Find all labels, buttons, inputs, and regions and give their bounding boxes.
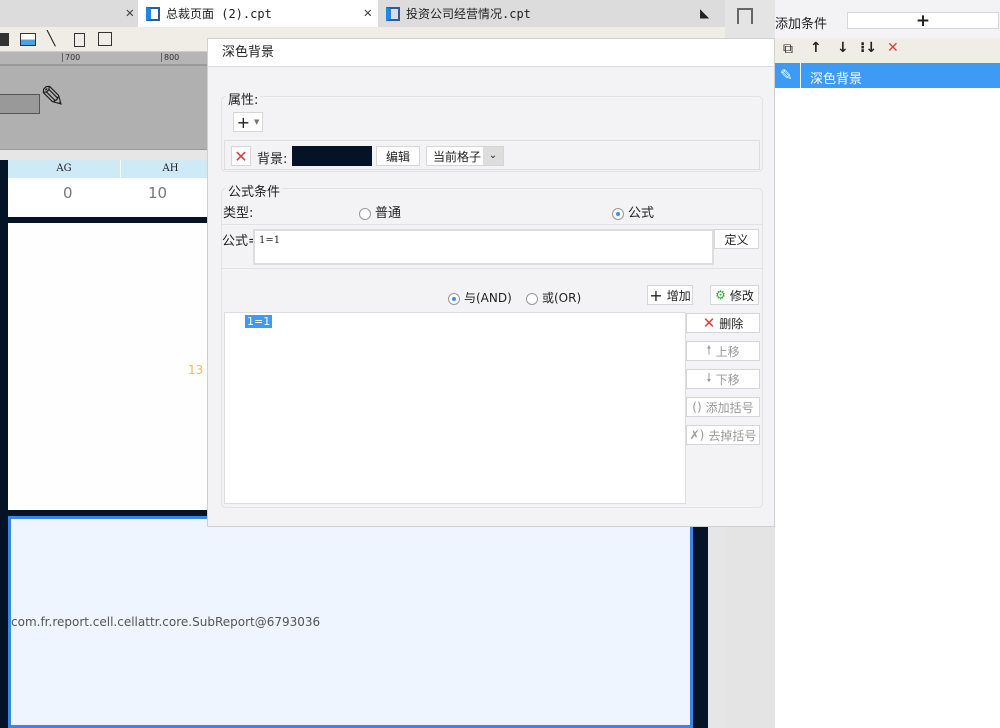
button-label: 去掉括号 (708, 428, 757, 443)
define-button[interactable]: 定义 (714, 229, 759, 249)
cell-value[interactable]: 0 (63, 184, 73, 202)
tab-bar: ✕ 总裁页面 (2).cpt ✕ 投资公司经营情况.cpt ◣ (0, 0, 725, 27)
report-file-icon (146, 6, 160, 21)
tab-previous[interactable]: ✕ (0, 0, 140, 27)
dialog-title: 深色背景 (208, 39, 774, 67)
tab-item[interactable]: 投资公司经营情况.cpt (378, 0, 618, 27)
tab-menu-icon[interactable]: ◣ (700, 6, 709, 20)
button-label: 添加括号 (705, 400, 754, 415)
move-bottom-icon[interactable]: ⁝↓ (860, 40, 877, 56)
properties-group: 属性: + ▼ ✕ 背景: 编辑 当前格子 ⌄ (221, 89, 763, 172)
border-icon[interactable] (98, 32, 112, 46)
panel-toolbar: ⧉ ↑ ↓ ⁝↓ ✕ (775, 38, 1000, 63)
remove-bracket-button[interactable]: ✗) 去掉括号 (686, 425, 760, 445)
close-icon[interactable]: ✕ (126, 5, 134, 21)
arrow-down-icon[interactable]: ↓ (837, 40, 849, 56)
ruler-tick: 700 (62, 53, 80, 62)
or-radio[interactable]: 或(OR) (526, 289, 581, 306)
image-icon[interactable] (20, 33, 36, 46)
cell-value[interactable]: 10 (148, 184, 167, 202)
move-up-button[interactable]: 🠕 上移 (686, 341, 760, 361)
slash-icon[interactable]: ╲ (47, 31, 55, 47)
widget-box (0, 94, 40, 114)
panel-header: 添加条件 + (775, 0, 1000, 38)
delete-button[interactable]: ✕ 删除 (686, 313, 760, 333)
remove-bracket-icon: ✗) (689, 428, 705, 442)
button-label: 修改 (729, 288, 754, 303)
group-label: 公式条件 (226, 181, 283, 200)
condition-panel: 添加条件 + ⧉ ↑ ↓ ⁝↓ ✕ ✎ 深色背景 (775, 0, 1000, 728)
cell-attr-icon[interactable] (737, 8, 753, 24)
radio-icon (359, 207, 371, 220)
cell-area[interactable]: 13 (8, 223, 208, 510)
radio-label: 普通 (375, 206, 402, 221)
radio-icon (526, 292, 538, 305)
plus-icon: + (649, 285, 663, 305)
item-label: 深色背景 (810, 72, 863, 87)
group-label: 属性: (226, 89, 261, 108)
column-header[interactable]: AG (8, 160, 121, 178)
cell-row: 0 10 (8, 178, 208, 217)
radio-label: 公式 (628, 206, 655, 221)
add-condition-plus-button[interactable]: + (847, 11, 999, 31)
bracket-icon: () (692, 400, 702, 414)
background-swatch[interactable] (292, 146, 372, 166)
remove-property-icon[interactable]: ✕ (231, 146, 251, 166)
modify-icon: ⚙ (715, 288, 726, 302)
copy-icon[interactable]: ⧉ (783, 41, 793, 57)
dark-column (693, 516, 708, 728)
form-icon[interactable] (74, 33, 85, 47)
subreport-text: com.fr.report.cell.cellattr.core.SubRepo… (11, 615, 321, 629)
formula-input[interactable]: 1=1 (253, 229, 714, 265)
scope-select[interactable]: 当前格子 ⌄ (426, 146, 504, 166)
column-header[interactable]: AH (121, 160, 221, 178)
modify-button[interactable]: ⚙ 修改 (710, 285, 759, 305)
add-bracket-button[interactable]: () 添加括号 (686, 397, 760, 417)
scope-value: 当前格子 (433, 149, 482, 164)
arrow-up-icon[interactable]: ↑ (810, 40, 822, 56)
radio-icon (448, 292, 460, 305)
condition-list: 1=1 (224, 312, 686, 504)
background-label: 背景: (257, 152, 288, 167)
close-icon[interactable]: ✕ (364, 5, 372, 21)
report-file-icon (386, 6, 400, 21)
chevron-down-icon: ⌄ (483, 147, 503, 165)
arrow-up-icon: 🠕 (706, 342, 712, 357)
property-row: ✕ 背景: 编辑 当前格子 ⌄ (224, 140, 760, 170)
row-strip (0, 160, 8, 728)
tab-item[interactable]: 总裁页面 (2).cpt ✕ (138, 0, 378, 27)
type-formula-radio[interactable]: 公式 (612, 202, 654, 221)
edit-button[interactable]: 编辑 (376, 146, 420, 166)
pencil-icon: ✎ (780, 66, 793, 84)
tab-label: 总裁页面 (2).cpt (166, 7, 272, 21)
button-label: 增加 (666, 288, 691, 303)
radio-label: 与(AND) (464, 291, 512, 305)
condition-list-item[interactable]: ✎ 深色背景 (775, 63, 1000, 88)
type-label: 类型: (223, 206, 254, 221)
add-condition-label: 添加条件 (775, 17, 828, 32)
radio-icon (612, 207, 624, 220)
button-label: 删除 (719, 316, 744, 331)
delete-icon: ✕ (702, 314, 716, 332)
tab-label: 投资公司经营情况.cpt (406, 7, 531, 21)
add-property-button[interactable]: + ▼ (233, 112, 263, 132)
pencil-icon: ✎ (40, 80, 66, 115)
condition-dialog: 深色背景 属性: + ▼ ✕ 背景: 编辑 当前格子 ⌄ 公式条件 类型: 普通 公… (207, 38, 775, 527)
subreport-cell[interactable]: com.fr.report.cell.cellattr.core.SubRepo… (8, 516, 693, 728)
radio-label: 或(OR) (542, 291, 582, 305)
cell-value: 13 (188, 363, 204, 377)
type-normal-radio[interactable]: 普通 (359, 202, 401, 221)
chart-icon[interactable] (0, 33, 9, 46)
and-radio[interactable]: 与(AND) (448, 289, 512, 306)
button-label: 上移 (715, 344, 740, 359)
button-label: 下移 (715, 372, 740, 387)
condition-item[interactable]: 1=1 (245, 315, 273, 328)
add-condition-button[interactable]: + 增加 (647, 285, 693, 305)
arrow-down-icon: 🠗 (706, 370, 712, 385)
delete-icon[interactable]: ✕ (887, 40, 899, 56)
move-down-button[interactable]: 🠗 下移 (686, 369, 760, 389)
ruler-tick: 800 (161, 53, 179, 62)
